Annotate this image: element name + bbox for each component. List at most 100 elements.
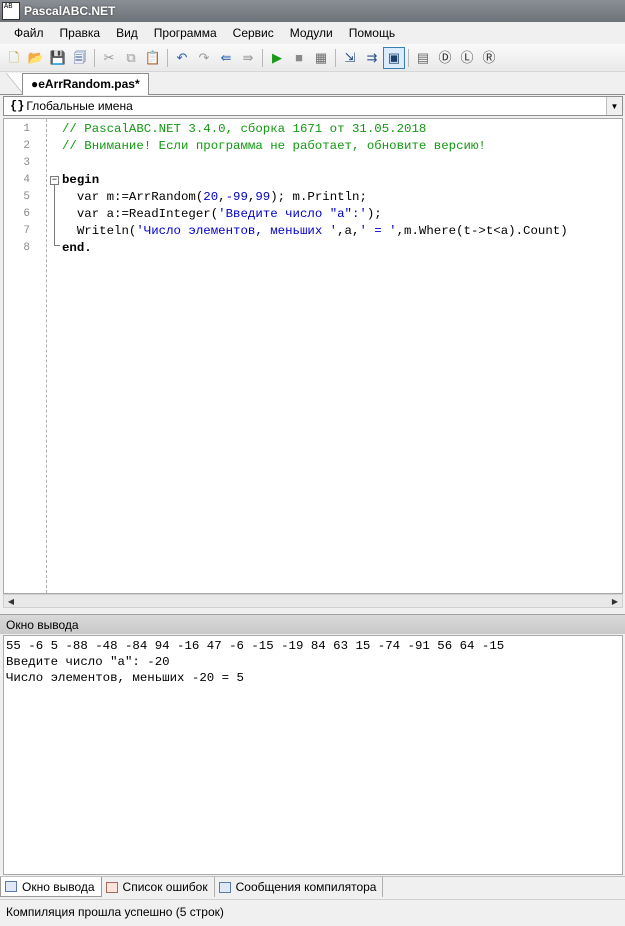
code-token: ); m.Println;	[270, 190, 367, 204]
code-string: 'Введите число "a":'	[218, 207, 367, 221]
toolbar-separator	[94, 48, 95, 67]
save-all-button[interactable]: 🗐	[69, 47, 91, 69]
output-window[interactable]: 55 -6 5 -88 -48 -84 94 -16 47 -6 -15 -19…	[3, 635, 623, 875]
code-text: // Внимание! Если программа не работает,…	[62, 139, 486, 153]
run-button[interactable]: ▶	[266, 47, 288, 69]
code-number: 99	[255, 190, 271, 204]
undo-button[interactable]: ↶	[171, 47, 193, 69]
code-text: end.	[62, 241, 92, 255]
stop-icon: ■	[295, 50, 303, 65]
menu-file[interactable]: Файл	[6, 22, 52, 44]
output-line: Число элементов, меньших -20 = 5	[6, 671, 244, 685]
toolbar-separator	[167, 48, 168, 67]
menu-program[interactable]: Программа	[146, 22, 225, 44]
code-line: 6 var a:=ReadInteger('Введите число "a":…	[4, 206, 622, 223]
code-token: ,m.Where(t->t<a).Count)	[396, 224, 568, 238]
bottom-panel-tabs: Окно вывода Список ошибок Сообщения комп…	[0, 876, 625, 897]
compile-icon: ▦	[314, 50, 328, 65]
toolbar-separator	[408, 48, 409, 67]
code-text: var m:=ArrRandom(20,-99,99); m.Println;	[62, 189, 367, 206]
menu-view[interactable]: Вид	[108, 22, 146, 44]
output-window-button[interactable]: ▣	[383, 46, 405, 69]
compile-button[interactable]: ▦	[310, 47, 332, 69]
line-number: 7	[23, 225, 30, 237]
tab-error-list[interactable]: Список ошибок	[102, 877, 215, 897]
l-button[interactable]: Ⓛ	[456, 47, 478, 69]
code-token: ,a,	[337, 224, 360, 238]
forward-icon: ⇛	[242, 50, 254, 65]
save-all-icon: 🗐	[73, 50, 87, 65]
code-token: Writeln(	[62, 224, 137, 238]
cut-button[interactable]: ✂	[98, 47, 120, 69]
new-file-icon: 🗋	[8, 50, 20, 65]
open-button[interactable]: 📂	[25, 47, 47, 69]
title-bar: AB PascalABC.NET	[0, 0, 625, 22]
code-line: 7 Writeln('Число элементов, меньших ',a,…	[4, 223, 622, 240]
save-button[interactable]: 💾	[47, 47, 69, 69]
menu-modules[interactable]: Модули	[282, 22, 341, 44]
code-line: 4 begin	[4, 172, 622, 189]
code-number: 20	[203, 190, 219, 204]
d-button[interactable]: Ⓓ	[434, 47, 456, 69]
new-file-button[interactable]: 🗋	[3, 47, 25, 69]
menu-help[interactable]: Помощь	[341, 22, 403, 44]
forward-button[interactable]: ⇛	[237, 47, 259, 69]
step-over-button[interactable]: ⇉	[361, 47, 383, 69]
code-line: 1 // PascalABC.NET 3.4.0, сборка 1671 от…	[4, 121, 622, 138]
code-line: 2 // Внимание! Если программа не работае…	[4, 138, 622, 155]
code-line: 3	[4, 155, 622, 172]
back-button[interactable]: ⇚	[215, 47, 237, 69]
code-string: ' = '	[359, 224, 397, 238]
chevron-down-icon[interactable]: ▼	[606, 97, 622, 115]
copy-button[interactable]: ⧉	[120, 47, 142, 69]
compiler-messages-icon	[218, 881, 231, 893]
step-over-icon: ⇉	[366, 50, 378, 65]
back-icon: ⇚	[220, 50, 232, 65]
tab-compiler-messages[interactable]: Сообщения компилятора	[215, 877, 384, 897]
tab-label: Список ошибок	[122, 880, 208, 894]
toolbar: 🗋 📂 💾 🗐 ✂ ⧉ 📋 ↶ ↷ ⇚ ⇛ ▶ ■ ▦ ⇲ ⇉ ▣ ▤ Ⓓ Ⓛ …	[0, 44, 625, 72]
braces-icon: {}	[10, 99, 25, 113]
window-title: PascalABC.NET	[24, 4, 116, 18]
editor-horizontal-scrollbar[interactable]: ◀ ▶	[3, 594, 623, 608]
r-button[interactable]: Ⓡ	[478, 47, 500, 69]
tab-label: Окно вывода	[22, 879, 95, 894]
code-line: 5 var m:=ArrRandom(20,-99,99); m.Println…	[4, 189, 622, 206]
step-into-icon: ⇲	[344, 50, 356, 65]
stop-button[interactable]: ■	[288, 47, 310, 69]
output-panel-header: Окно вывода	[0, 614, 625, 634]
menu-service[interactable]: Сервис	[225, 22, 282, 44]
save-icon: 💾	[49, 50, 67, 65]
status-bar: Компиляция прошла успешно (5 строк)	[0, 899, 625, 926]
tab-earrrandom[interactable]: ●eArrRandom.pas*	[22, 73, 149, 95]
paste-button[interactable]: 📋	[142, 47, 164, 69]
code-number: -99	[225, 190, 248, 204]
step-into-button[interactable]: ⇲	[339, 47, 361, 69]
scroll-right-icon[interactable]: ▶	[608, 595, 622, 607]
code-text: // PascalABC.NET 3.4.0, сборка 1671 от 3…	[62, 122, 427, 136]
paste-icon: 📋	[144, 50, 162, 65]
scope-value: Глобальные имена	[26, 99, 133, 113]
code-line: 8 end.	[4, 240, 622, 257]
scope-dropdown[interactable]: {} Глобальные имена ▼	[3, 96, 623, 116]
status-text: Компиляция прошла успешно (5 строк)	[6, 905, 224, 919]
code-text: var a:=ReadInteger('Введите число "a":')…	[62, 206, 382, 223]
code-editor[interactable]: − 1 // PascalABC.NET 3.4.0, сборка 1671 …	[3, 118, 623, 594]
tab-output-window[interactable]: Окно вывода	[0, 877, 102, 897]
scroll-left-icon[interactable]: ◀	[4, 595, 18, 607]
output-window-icon	[5, 881, 17, 892]
toolbar-separator	[262, 48, 263, 67]
code-string: 'Число элементов, меньших '	[136, 224, 338, 238]
code-text: begin	[62, 173, 100, 187]
toolbar-separator	[335, 48, 336, 67]
l-icon: Ⓛ	[460, 50, 474, 65]
code-token: );	[366, 207, 382, 221]
form-button[interactable]: ▤	[412, 47, 434, 69]
cut-icon: ✂	[103, 50, 115, 65]
redo-button[interactable]: ↷	[193, 47, 215, 69]
line-number: 4	[23, 174, 30, 186]
menu-edit[interactable]: Правка	[52, 22, 109, 44]
line-number: 8	[23, 242, 30, 254]
run-icon: ▶	[272, 50, 282, 65]
r-icon: Ⓡ	[482, 50, 496, 65]
